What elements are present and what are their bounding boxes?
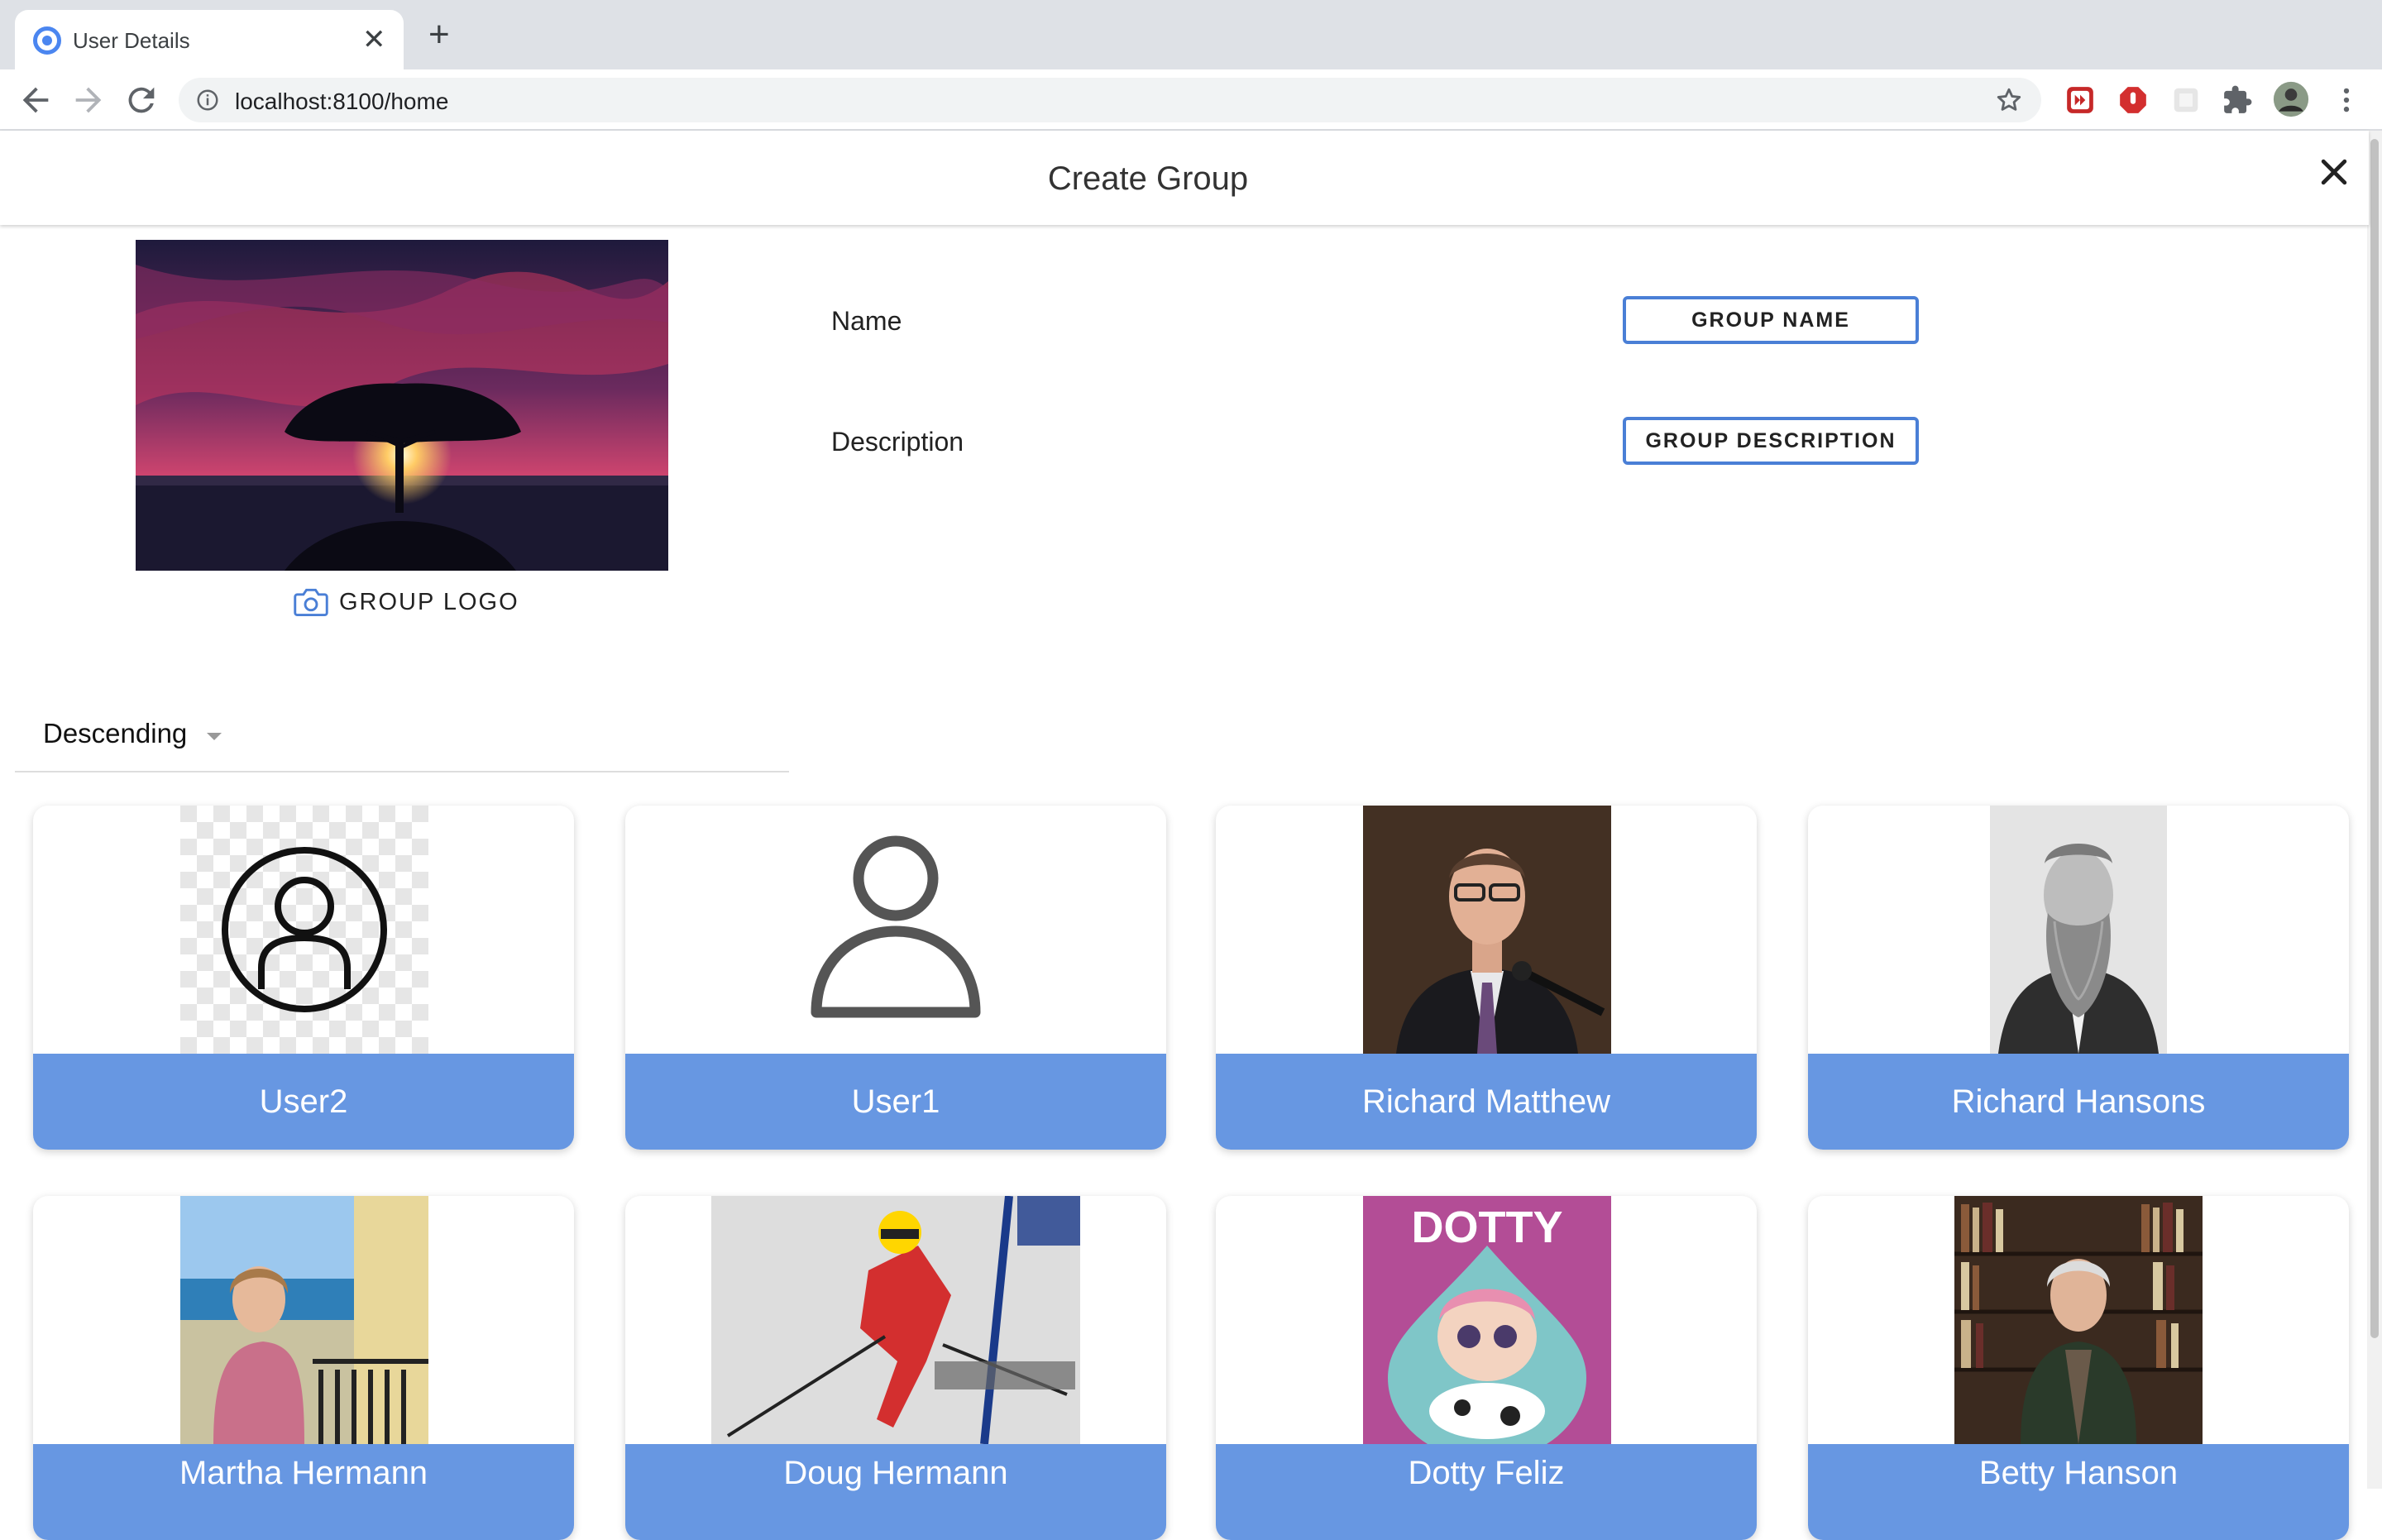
ionic-favicon-icon: [33, 26, 61, 55]
user-card[interactable]: Richard Hansons: [1808, 806, 2349, 1150]
dotty-banner-text: DOTTY: [1412, 1203, 1563, 1252]
more-menu-icon[interactable]: [2331, 84, 2362, 116]
browser-toolbar: localhost:8100/home: [0, 69, 2382, 131]
forward-arrow-icon[interactable]: [69, 81, 108, 119]
group-logo-label: GROUP LOGO: [339, 588, 519, 615]
user-name: Martha Hermann: [33, 1444, 574, 1540]
sort-order-value: Descending: [43, 718, 188, 748]
extension-video-icon[interactable]: [2064, 84, 2096, 116]
user-card[interactable]: User1: [625, 806, 1166, 1150]
profile-avatar-icon[interactable]: [2273, 81, 2309, 117]
extension-grey-icon[interactable]: [2170, 84, 2202, 116]
bookmark-star-icon[interactable]: [1995, 86, 2023, 114]
reload-icon[interactable]: [122, 81, 160, 119]
extension-adblock-icon[interactable]: [2117, 84, 2149, 116]
info-icon[interactable]: [195, 88, 220, 112]
new-tab-button[interactable]: +: [428, 17, 450, 53]
modal-header: Create Group: [0, 131, 2369, 225]
back-arrow-icon[interactable]: [17, 81, 55, 119]
user-name: User1: [625, 1054, 1166, 1150]
dropdown-caret-icon: [207, 733, 222, 740]
browser-tab[interactable]: User Details ✕: [15, 10, 404, 69]
user-photo: [711, 1196, 1080, 1444]
scrollbar-thumb[interactable]: [2370, 139, 2379, 1338]
user-name: Richard Hansons: [1808, 1054, 2349, 1150]
tab-close-icon[interactable]: ✕: [362, 23, 386, 56]
tab-title: User Details: [73, 28, 190, 53]
user-name: Richard Matthew: [1216, 1054, 1757, 1150]
browser-tab-bar: User Details ✕ +: [0, 0, 2382, 69]
extensions-puzzle-icon[interactable]: [2222, 84, 2253, 116]
user-card[interactable]: User2: [33, 806, 574, 1150]
user-name: User2: [33, 1054, 574, 1150]
group-description-button[interactable]: GROUP DESCRIPTION: [1623, 417, 1919, 465]
camera-icon: [294, 588, 328, 617]
scrollbar-track[interactable]: [2367, 131, 2382, 1489]
sort-order-select[interactable]: Descending: [15, 703, 789, 772]
user-avatar-default-icon: [180, 806, 428, 1054]
address-bar[interactable]: localhost:8100/home: [179, 78, 2041, 122]
user-photo: [180, 1196, 428, 1444]
user-photo: [1954, 1196, 2203, 1444]
group-logo-image[interactable]: [136, 240, 668, 571]
group-logo-button[interactable]: GROUP LOGO: [293, 586, 519, 619]
user-card[interactable]: Richard Matthew: [1216, 806, 1757, 1150]
description-label: Description: [831, 427, 964, 457]
close-icon[interactable]: [2316, 154, 2352, 190]
url-text[interactable]: localhost:8100/home: [235, 88, 448, 115]
page-title: Create Group: [1047, 160, 1249, 197]
user-photo: [1990, 806, 2167, 1054]
user-name: Dotty Feliz: [1216, 1444, 1757, 1540]
page-content: Create Group GROUP LOGO Name GROUP NAME …: [0, 131, 2382, 1540]
name-label: Name: [831, 306, 902, 336]
user-name: Doug Hermann: [625, 1444, 1166, 1540]
user-photo: DOTTY: [1363, 1196, 1611, 1444]
person-silhouette-icon: [772, 806, 1020, 1054]
group-name-button[interactable]: GROUP NAME: [1623, 296, 1919, 344]
user-photo: [1363, 806, 1611, 1054]
user-name: Betty Hanson: [1808, 1444, 2349, 1540]
